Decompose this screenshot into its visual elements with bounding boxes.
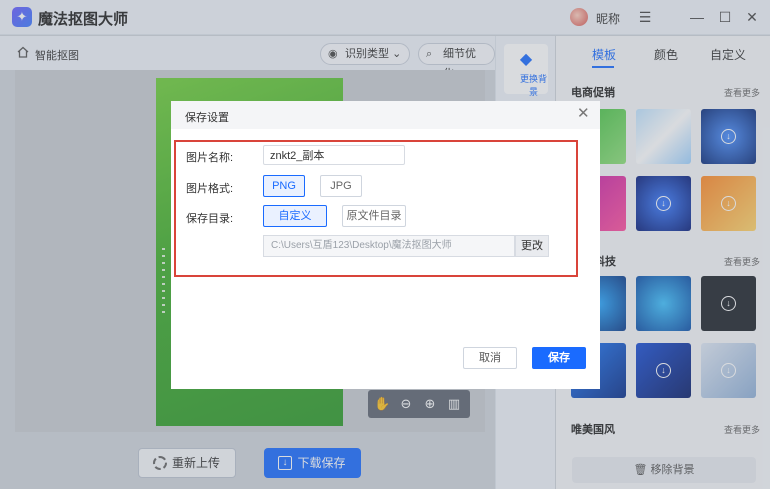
format-option-png[interactable]: PNG bbox=[263, 175, 305, 197]
directory-option-source[interactable]: 原文件目录 bbox=[342, 205, 406, 227]
change-directory-button[interactable]: 更改 bbox=[515, 235, 549, 257]
save-settings-dialog: 保存设置 ✕ 图片名称: 图片格式: PNG JPG 保存目录: 自定义 原文件… bbox=[171, 101, 600, 389]
dialog-header: 保存设置 ✕ bbox=[171, 101, 600, 129]
image-format-label: 图片格式: bbox=[186, 183, 234, 195]
directory-option-custom[interactable]: 自定义 bbox=[263, 205, 327, 227]
save-button[interactable]: 保存 bbox=[532, 347, 586, 369]
close-icon[interactable]: ✕ bbox=[577, 106, 590, 122]
format-option-jpg[interactable]: JPG bbox=[320, 175, 362, 197]
image-name-label: 图片名称: bbox=[186, 152, 234, 164]
image-name-field[interactable] bbox=[263, 145, 405, 165]
save-directory-label: 保存目录: bbox=[186, 213, 234, 225]
cancel-button[interactable]: 取消 bbox=[463, 347, 517, 369]
dialog-title: 保存设置 bbox=[185, 112, 229, 124]
save-path-field: C:\Users\互盾123\Desktop\魔法抠图大师 bbox=[263, 235, 515, 257]
